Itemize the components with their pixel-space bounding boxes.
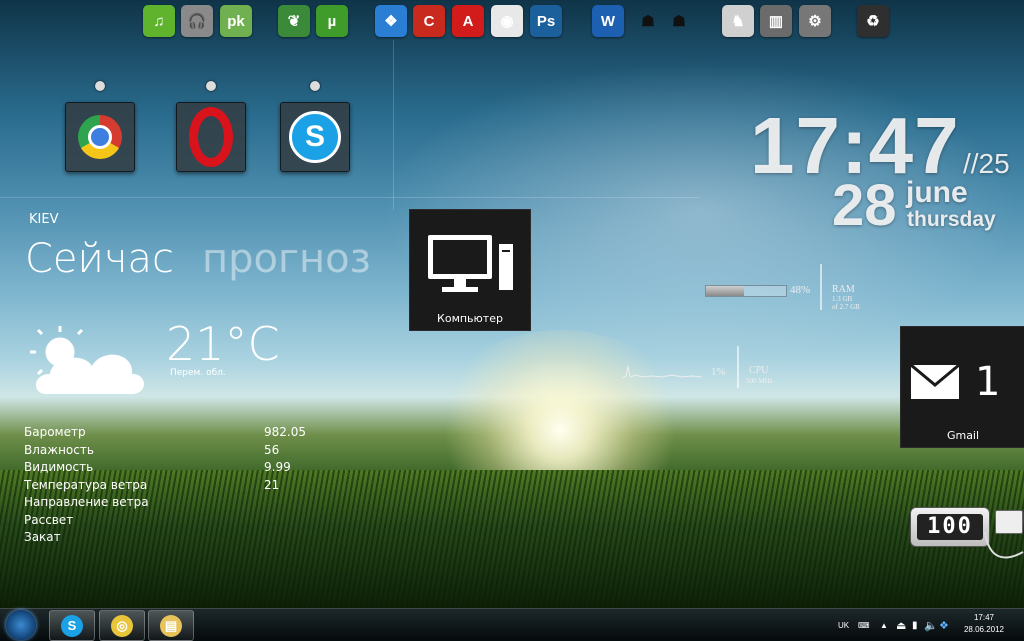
leaf-app-dock-icon[interactable]: ❦ xyxy=(278,5,310,37)
battery-display: 100 xyxy=(917,514,983,540)
pin-icon xyxy=(310,81,320,91)
utorrent-dock-icon[interactable]: µ xyxy=(316,5,348,37)
weather-tab-now[interactable]: Сейчас xyxy=(25,236,174,282)
battery-tray-icon[interactable]: ▮ xyxy=(912,609,918,641)
assassins-creed-dock-icon[interactable]: ♞ xyxy=(722,5,754,37)
weather-condition: Перем. обл. xyxy=(170,368,226,378)
dropbox-tray-icon[interactable]: ❖ xyxy=(939,609,949,641)
clock-day: 28 xyxy=(832,173,897,238)
gmail-tile[interactable]: 1 Gmail xyxy=(900,326,1024,448)
chrome-icon: ◎ xyxy=(111,614,133,637)
music-app-dock-icon[interactable]: ♫ xyxy=(143,5,175,37)
ram-divider xyxy=(820,264,822,310)
pk-app-dock-icon[interactable]: pk xyxy=(220,5,252,37)
pin-icon xyxy=(206,81,216,91)
gmail-label: Gmail xyxy=(946,429,980,442)
taskbar-explorer-button[interactable]: ▤ xyxy=(148,610,194,641)
ram-percent: 48% xyxy=(790,284,811,296)
gmail-count: 1 xyxy=(975,359,1001,405)
skype-icon: S xyxy=(289,111,341,163)
ram-total: of 2.7 GB xyxy=(832,303,860,311)
settings-dock-icon[interactable]: ⚙ xyxy=(799,5,831,37)
taskbar-chrome-button[interactable]: ◎ xyxy=(99,610,145,641)
css-dock-icon[interactable]: ☗ xyxy=(663,5,695,37)
tray-clock[interactable]: 17:47 28.06.2012 xyxy=(954,612,1014,636)
language-indicator[interactable]: UK xyxy=(838,609,849,641)
weather-row-value: 56 xyxy=(264,442,280,457)
guide-line-vertical xyxy=(393,40,394,210)
cpu-percent: 1% xyxy=(711,366,726,378)
pin-icon xyxy=(95,81,105,91)
taskbar: S ◎ ▤ UK ⌨ ▲ ⏏ ▮ 🔈 ❖ 17:47 28.06.2012 xyxy=(0,608,1024,641)
clock-seconds: //25 xyxy=(963,148,1010,179)
guide-line-horizontal xyxy=(0,197,700,198)
weather-row-label: Влажность xyxy=(24,442,94,457)
grass-field xyxy=(0,470,1024,610)
weather-row-label: Барометр xyxy=(24,425,86,439)
word-dock-icon[interactable]: W xyxy=(592,5,624,37)
explorer-icon: ▤ xyxy=(160,614,182,637)
control-panel-dock-icon[interactable]: ▥ xyxy=(760,5,792,37)
ccleaner-dock-icon[interactable]: C xyxy=(413,5,445,37)
ram-meter-fill xyxy=(706,286,745,296)
start-button[interactable] xyxy=(6,610,36,640)
skype-icon: S xyxy=(61,614,83,637)
keyboard-icon[interactable]: ⌨ xyxy=(858,609,870,641)
cpu-divider xyxy=(737,346,739,388)
ram-used: 1.3 GB xyxy=(832,295,853,303)
clock-weekday: thursday xyxy=(907,208,996,231)
weather-row-label: Направление ветра xyxy=(24,495,149,509)
tray-expand-icon[interactable]: ▲ xyxy=(880,609,888,641)
chrome-icon xyxy=(78,115,122,159)
volume-icon[interactable]: 🔈 xyxy=(924,609,938,641)
weather-tab-forecast[interactable]: прогноз xyxy=(202,236,371,282)
weather-row-value: 9.99 xyxy=(264,460,291,474)
opera-pinned-tile[interactable] xyxy=(176,81,246,172)
power-cable xyxy=(984,531,1024,559)
weather-row-value: 982.05 xyxy=(264,425,306,439)
ram-meter xyxy=(705,285,787,297)
weather-row-label: Видимость xyxy=(24,460,94,474)
weather-row-value: 21 xyxy=(264,477,280,492)
weather-row-label: Рассвет xyxy=(24,512,74,527)
tray-date: 28.06.2012 xyxy=(963,625,1005,634)
chrome-pinned-tile[interactable] xyxy=(65,81,135,172)
partly-cloudy-icon xyxy=(30,326,144,394)
weather-row-label: Температура ветра xyxy=(24,477,148,492)
tray-time: 17:47 xyxy=(973,613,995,622)
battery-value: 100 xyxy=(927,514,973,539)
mail-icon xyxy=(911,365,960,399)
clock-month: june xyxy=(906,176,968,209)
photoshop-dock-icon[interactable]: Ps xyxy=(530,5,562,37)
skype-pinned-tile[interactable]: S xyxy=(280,81,350,172)
opera-icon xyxy=(189,107,233,167)
computer-tile-label: Компьютер xyxy=(437,312,503,325)
cpu-freq: 500 MHz xyxy=(746,377,773,385)
ram-label: RAM xyxy=(832,284,855,295)
recycle-bin-dock-icon[interactable]: ♻ xyxy=(857,5,889,37)
headphones-app-dock-icon[interactable]: 🎧 xyxy=(181,5,213,37)
cpu-label: CPU xyxy=(749,365,769,376)
computer-icon xyxy=(428,235,513,292)
weather-city: KIEV xyxy=(29,212,59,227)
cs16-dock-icon[interactable]: ☗ xyxy=(632,5,664,37)
top-dock: ♫🎧pk❦µ❖CA◉PsW☗☗♞▥⚙⚙♻ xyxy=(0,2,1024,40)
weather-row-label: Закат xyxy=(24,530,61,544)
usb-icon[interactable]: ⏏ xyxy=(896,609,906,641)
weather-temperature: 21°C xyxy=(166,317,280,371)
dropbox-dock-icon[interactable]: ❖ xyxy=(375,5,407,37)
computer-tile[interactable]: Компьютер xyxy=(409,209,531,331)
picasa-dock-icon[interactable]: ◉ xyxy=(491,5,523,37)
taskbar-skype-button[interactable]: S xyxy=(49,610,95,641)
adobe-reader-dock-icon[interactable]: A xyxy=(452,5,484,37)
cpu-graph xyxy=(622,365,703,379)
